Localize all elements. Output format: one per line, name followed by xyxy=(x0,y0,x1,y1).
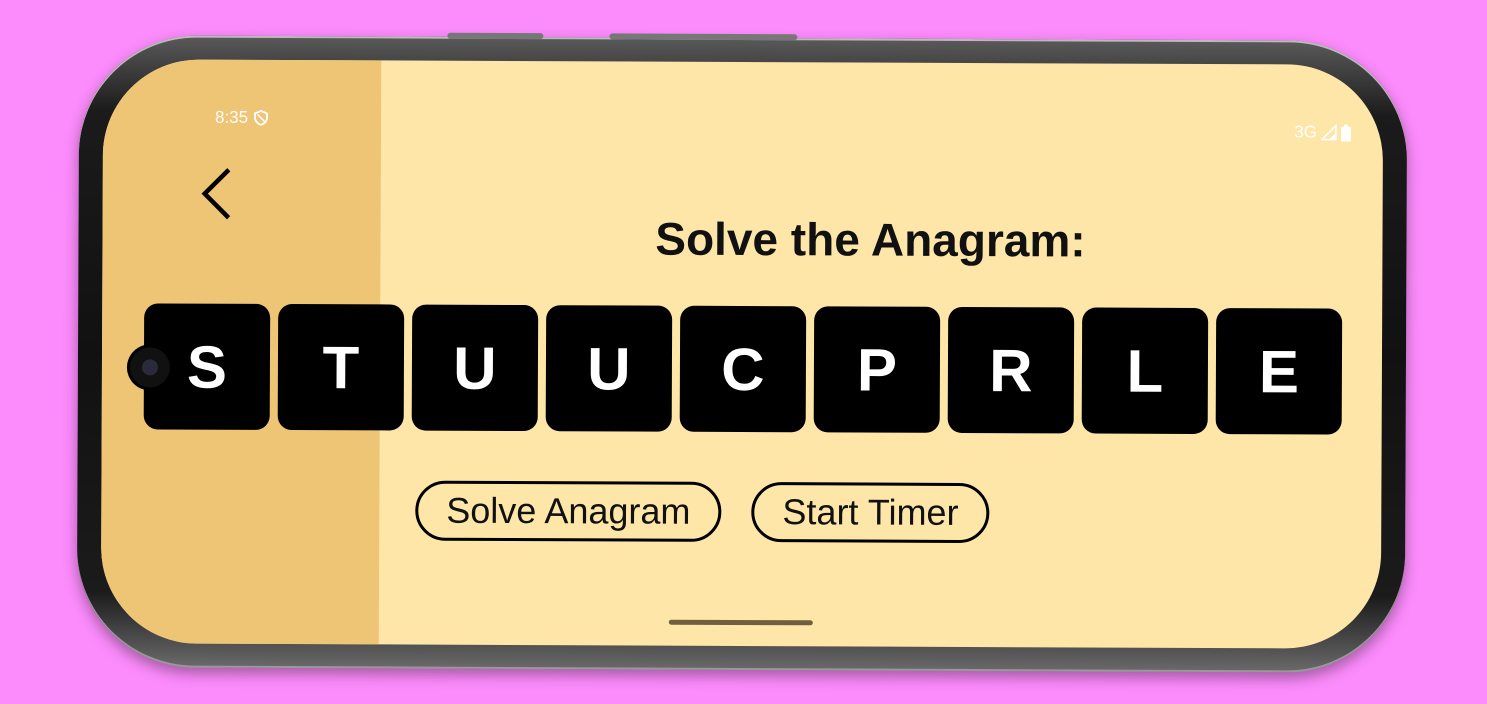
solve-anagram-button[interactable]: Solve Anagram xyxy=(415,480,722,542)
letter-tile: U xyxy=(545,305,673,432)
network-type: 3G xyxy=(1294,122,1318,142)
letter-tiles: S T U U C P R L E xyxy=(143,303,1343,435)
status-bar-right: 3G xyxy=(1294,122,1351,142)
status-bar-left: 8:35 xyxy=(214,107,269,128)
letter-tile: T xyxy=(277,303,405,431)
letter-tile: P xyxy=(813,306,941,433)
app-screen: 8:35 3G Solve the Anagram: S T U U C P R… xyxy=(100,59,1384,649)
letter-tile: E xyxy=(1215,308,1343,435)
signal-icon xyxy=(1320,124,1337,141)
letter-tile: L xyxy=(1081,307,1209,435)
status-time: 8:35 xyxy=(214,107,249,127)
phone-frame: 8:35 3G Solve the Anagram: S T U U C P R… xyxy=(76,32,1408,673)
volume-button xyxy=(447,32,544,40)
front-camera xyxy=(129,347,171,388)
letter-tile: R xyxy=(947,306,1075,434)
letter-tile: C xyxy=(679,305,807,433)
shield-icon xyxy=(254,109,269,126)
home-indicator[interactable] xyxy=(668,619,813,626)
battery-icon xyxy=(1340,124,1351,142)
start-timer-button[interactable]: Start Timer xyxy=(751,482,990,544)
page-title-row: Solve the Anagram: xyxy=(102,209,1382,269)
power-button xyxy=(609,33,798,41)
letter-tile: U xyxy=(411,304,539,432)
page-title: Solve the Anagram: xyxy=(655,212,1086,267)
action-buttons: Solve Anagram Start Timer xyxy=(415,480,990,544)
